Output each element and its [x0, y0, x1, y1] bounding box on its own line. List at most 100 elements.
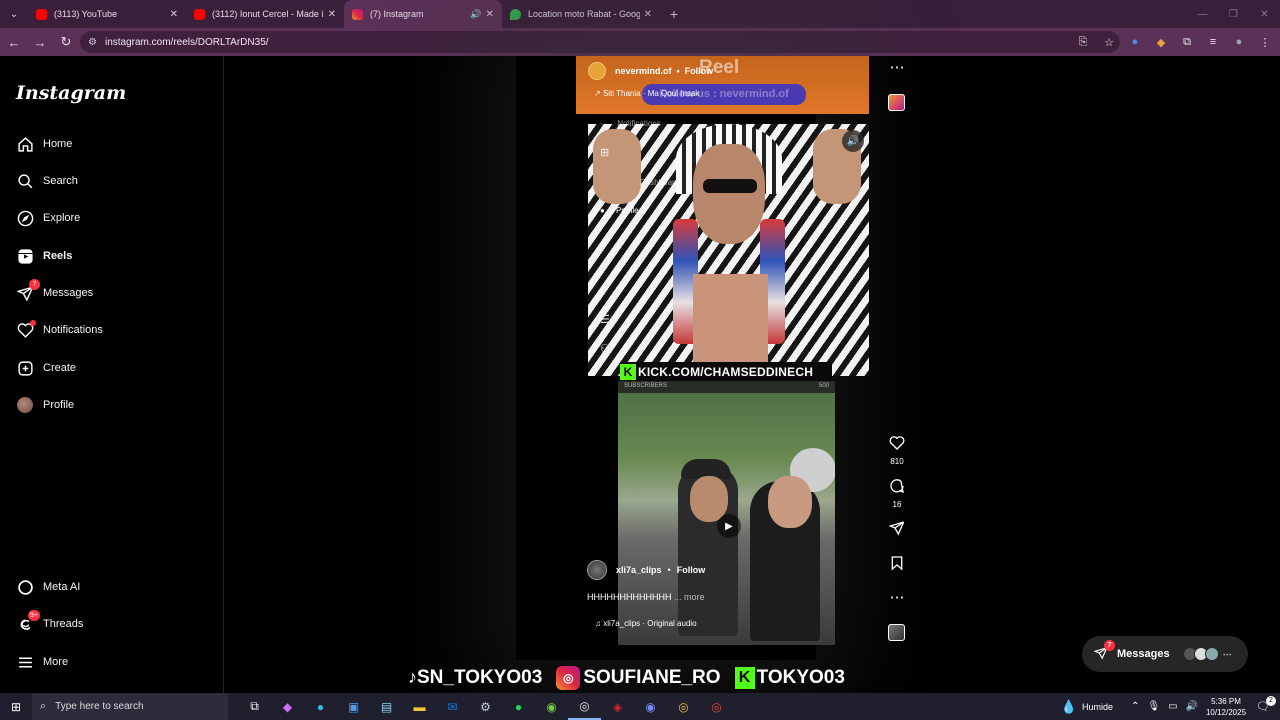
- caption-more-link[interactable]: ... more: [674, 592, 705, 602]
- profile-avatar-icon[interactable]: ●: [1232, 35, 1246, 49]
- taskbar-search[interactable]: ⌕ Type here to search: [32, 693, 228, 720]
- chrome-icon[interactable]: ◎: [667, 693, 700, 720]
- close-tab-icon[interactable]: ✕: [170, 9, 178, 20]
- edge-icon[interactable]: ●: [304, 693, 337, 720]
- forward-icon[interactable]: →: [28, 30, 52, 54]
- tiktok-handle-text: SN_TOKYO03: [417, 667, 543, 688]
- overlay-music-text: Siti Thania · Ma Qoul Insak: [602, 89, 700, 98]
- new-tab-button[interactable]: +: [660, 6, 688, 22]
- reading-list-icon[interactable]: ≡: [1206, 35, 1220, 49]
- windows-start-icon[interactable]: ⊞: [0, 693, 32, 720]
- comment-button[interactable]: 16: [884, 478, 910, 509]
- ghost-dashboard-text: Dashboard: [640, 178, 680, 187]
- back-icon[interactable]: ←: [2, 30, 26, 54]
- tab-search-button[interactable]: ⌄: [0, 0, 28, 28]
- volume-icon[interactable]: 🔊: [842, 130, 864, 152]
- sidebar-item-search[interactable]: Search: [16, 169, 78, 193]
- messages-floating-button[interactable]: 7 Messages ⋯: [1082, 636, 1248, 672]
- audio-thumbnail[interactable]: [888, 624, 905, 641]
- ghost-notifications: ⌵ Notifications: [600, 119, 661, 128]
- install-app-icon[interactable]: ⎘: [1076, 35, 1090, 49]
- file-explorer-icon[interactable]: ▬: [403, 693, 436, 720]
- reel-video-bottom[interactable]: SUBSCRIBERS 500: [618, 381, 835, 645]
- reel-audio[interactable]: ♫ xli7a_clips · Original audio: [595, 619, 697, 628]
- sidebar-item-more[interactable]: More: [16, 650, 68, 674]
- instagram-sidebar: Instagram Home Search Explore Reels 7 Me…: [0, 56, 224, 693]
- sidebar-item-profile[interactable]: Profile: [16, 393, 74, 417]
- tab-youtube[interactable]: (3113) YouTube ✕: [28, 0, 186, 28]
- sidebar-item-home[interactable]: Home: [16, 132, 72, 156]
- kick-handle-text: TOKYO03: [756, 667, 845, 688]
- reel-video-top[interactable]: [588, 124, 869, 376]
- outlook-icon[interactable]: ✉: [436, 693, 469, 720]
- save-button[interactable]: [884, 555, 910, 575]
- close-tab-icon[interactable]: ✕: [486, 9, 494, 20]
- copilot-icon[interactable]: ◆: [271, 693, 304, 720]
- notification-center-icon[interactable]: 🗨 2: [1256, 696, 1276, 713]
- compass-icon: [16, 209, 34, 227]
- extensions-puzzle-icon[interactable]: ⧉: [1180, 35, 1194, 49]
- tab-instagram[interactable]: (7) Instagram 🔊 ✕: [344, 0, 502, 28]
- sidebar-item-explore[interactable]: Explore: [16, 206, 80, 230]
- windows-taskbar: ⊞ ⌕ Type here to search ⧉ ◆ ● ▣ ▤ ▬ ✉ ⚙ …: [0, 693, 1280, 720]
- chrome-profile-icon[interactable]: ◎: [700, 693, 733, 720]
- reels-icon: [16, 247, 34, 265]
- author-username[interactable]: xli7a_clips: [616, 565, 662, 575]
- reload-icon[interactable]: ↻: [54, 30, 78, 54]
- extension-orange-icon[interactable]: ◆: [1154, 35, 1168, 49]
- steam-icon[interactable]: ⚙: [469, 693, 502, 720]
- play-icon[interactable]: ▶: [717, 514, 741, 538]
- instagram-handle-text: SOUFIANE_RO: [583, 667, 721, 689]
- url-text: instagram.com/reels/DORLTArDN35/: [104, 36, 269, 48]
- sidebar-item-reels[interactable]: Reels: [16, 244, 72, 268]
- close-window-icon[interactable]: ✕: [1249, 0, 1280, 28]
- chrome-active-icon[interactable]: ◎: [568, 693, 601, 720]
- close-tab-icon[interactable]: ✕: [328, 9, 336, 20]
- chevron-up-icon[interactable]: ⌃: [1131, 701, 1139, 712]
- sidebar-item-create[interactable]: Create: [16, 356, 76, 380]
- sidebar-item-label: Home: [43, 138, 73, 150]
- microphone-icon[interactable]: 🎙: [1147, 701, 1160, 712]
- task-view-icon[interactable]: ⧉: [238, 693, 271, 720]
- more-options-button[interactable]: ⋯: [884, 590, 910, 606]
- sidebar-item-notifications[interactable]: Notifications: [16, 318, 103, 342]
- bookmark-star-icon[interactable]: ☆: [1102, 35, 1116, 49]
- notepad-icon[interactable]: ▤: [370, 693, 403, 720]
- minimize-icon[interactable]: —: [1187, 0, 1218, 28]
- sidebar-item-meta-ai[interactable]: Meta AI: [16, 575, 80, 599]
- reel-top-more-button[interactable]: ⋯: [884, 60, 910, 76]
- tab-google-maps[interactable]: Location moto Rabat - Google ✕: [502, 0, 660, 28]
- ghost-plus-icon: ⊞: [600, 147, 610, 159]
- sidebar-item-threads[interactable]: 9+ Threads: [16, 610, 83, 636]
- app-red-icon[interactable]: ◈: [601, 693, 634, 720]
- clock[interactable]: 5:36 PM 10/12/2025: [1206, 696, 1246, 718]
- network-icon[interactable]: ▭: [1168, 701, 1177, 712]
- store-icon[interactable]: ▣: [337, 693, 370, 720]
- heart-icon: [16, 320, 36, 339]
- sidebar-item-messages[interactable]: 7 Messages: [16, 279, 93, 305]
- weather-widget[interactable]: 💧 Humide: [1061, 699, 1113, 715]
- site-info-icon[interactable]: ⚙: [88, 37, 97, 48]
- spotify-icon[interactable]: ●: [502, 693, 535, 720]
- follow-button[interactable]: Follow: [677, 565, 706, 575]
- instagram-logo[interactable]: Instagram: [16, 82, 126, 104]
- top-audio-thumbnail[interactable]: [888, 94, 905, 111]
- discord-icon[interactable]: ◉: [634, 693, 667, 720]
- sidebar-item-label: Notifications: [43, 324, 103, 336]
- messages-pill-badge: 7: [1104, 639, 1115, 651]
- like-button[interactable]: 810: [884, 435, 910, 466]
- hand-left: [593, 129, 641, 204]
- address-bar[interactable]: ⚙ instagram.com/reels/DORLTArDN35/: [80, 31, 1120, 53]
- chrome-menu-icon[interactable]: ⋮: [1258, 35, 1272, 49]
- tab-youtube-2[interactable]: (3112) Ionut Cercel - Made in R ✕: [186, 0, 344, 28]
- utorrent-icon[interactable]: ◉: [535, 693, 568, 720]
- close-tab-icon[interactable]: ✕: [644, 9, 652, 20]
- extension-blue-icon[interactable]: ●: [1128, 35, 1142, 49]
- speaker-icon[interactable]: 🔊: [470, 9, 481, 20]
- restore-icon[interactable]: ❐: [1218, 0, 1249, 28]
- volume-tray-icon[interactable]: 🔊: [1186, 701, 1198, 712]
- author-avatar[interactable]: [587, 560, 607, 580]
- share-button[interactable]: [884, 520, 910, 540]
- reel-overlay-header: nevermind.of • Follow Reel Follow us : n…: [576, 56, 869, 114]
- overlay-account: nevermind.of • Follow: [588, 62, 713, 80]
